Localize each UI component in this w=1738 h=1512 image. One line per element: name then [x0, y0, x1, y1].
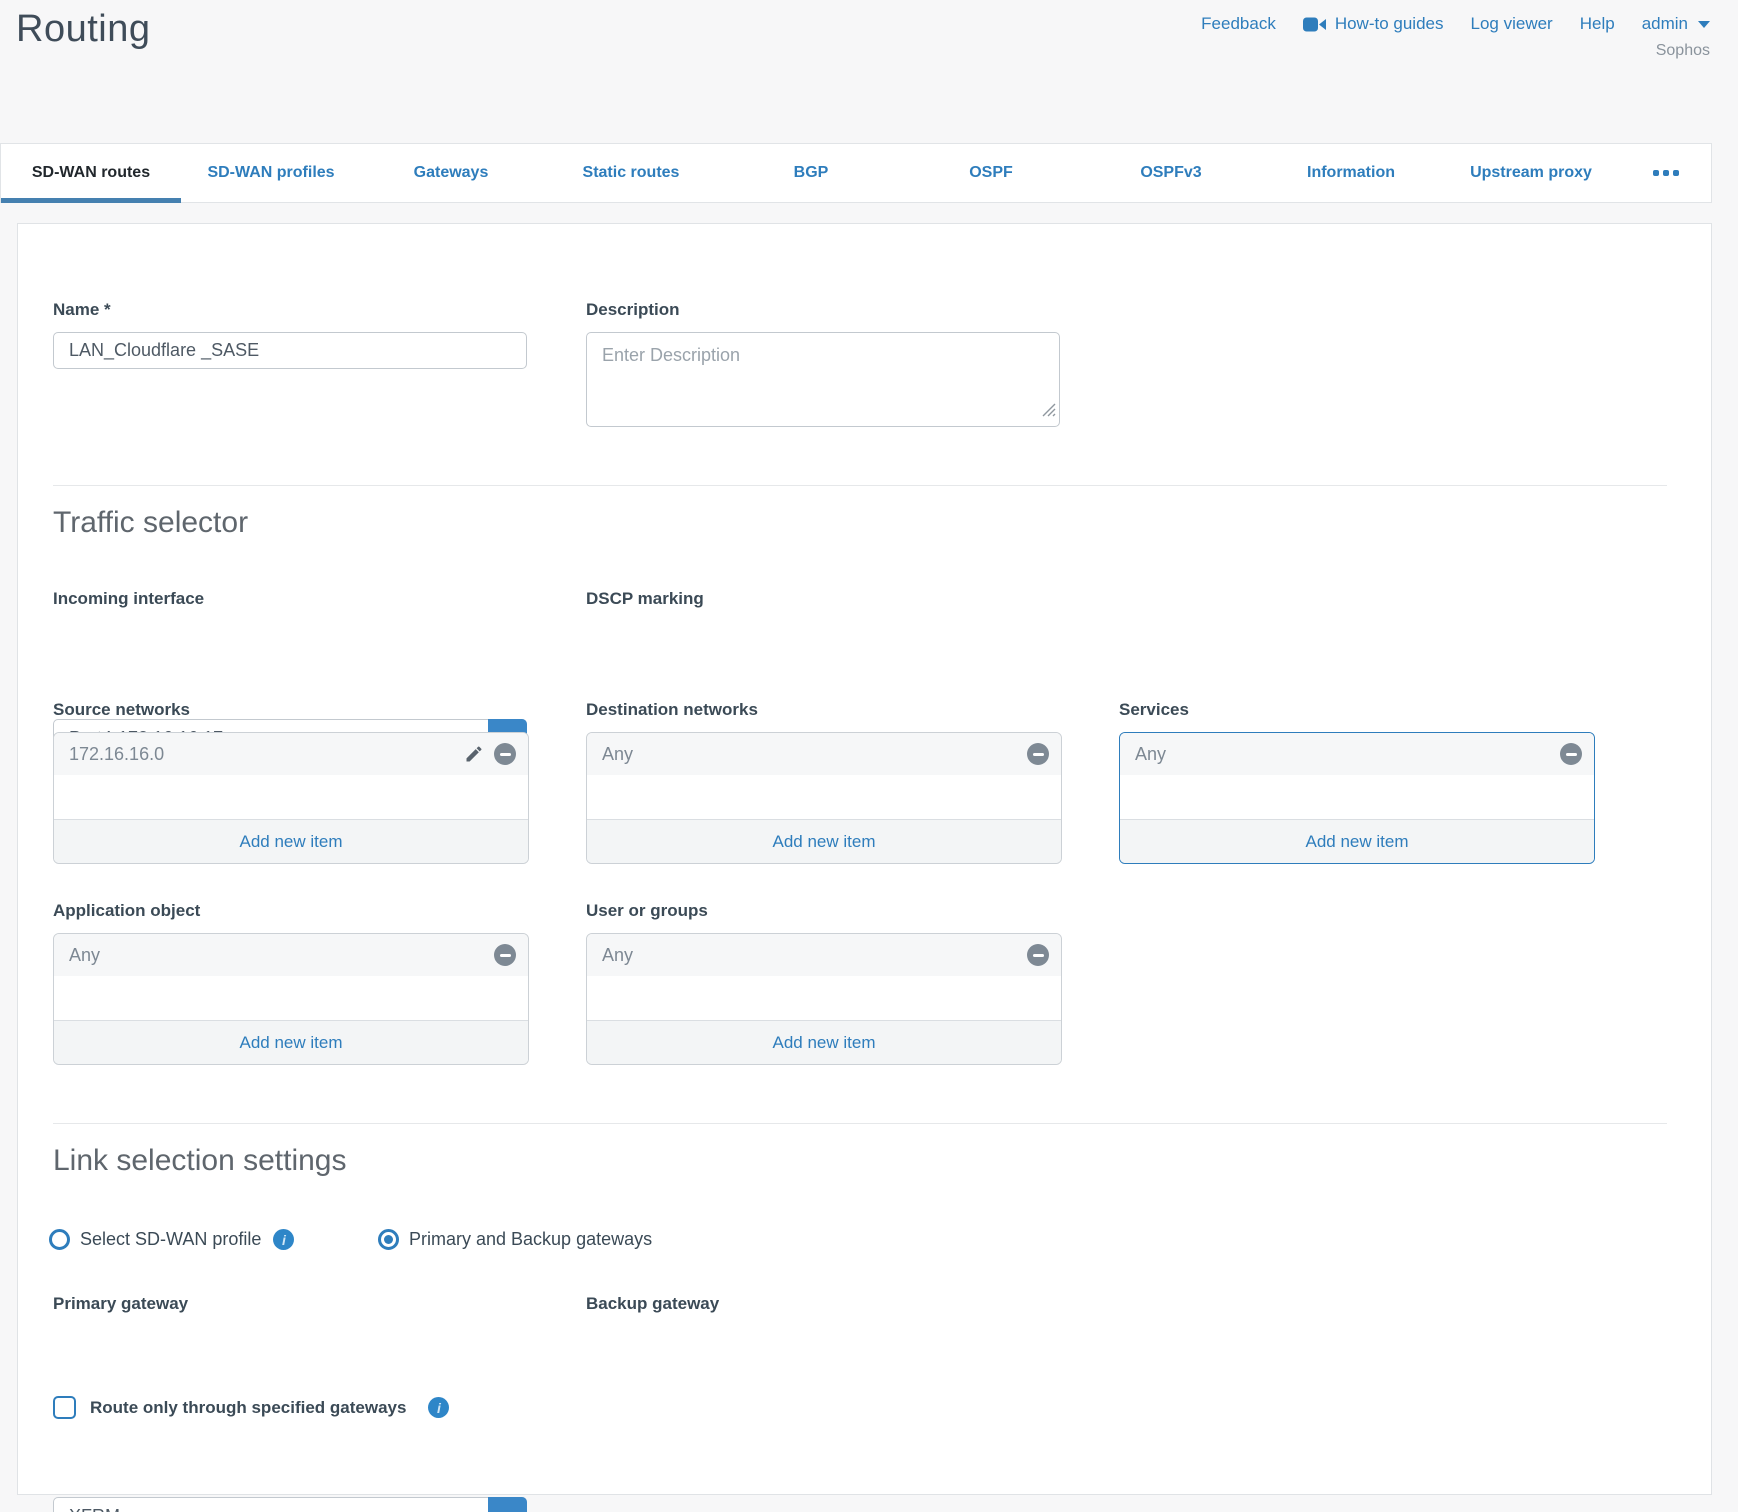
tab-bgp[interactable]: BGP: [721, 144, 901, 202]
info-icon[interactable]: i: [273, 1229, 294, 1250]
services-label: Services: [1119, 700, 1189, 720]
tab-information[interactable]: Information: [1261, 144, 1441, 202]
dscp-marking-label: DSCP marking: [586, 589, 704, 609]
dropdown-arrow-icon[interactable]: [488, 1497, 527, 1512]
add-new-item-button[interactable]: Add new item: [54, 819, 528, 863]
primary-gateway-select[interactable]: XFRM: [53, 1497, 527, 1512]
tab-sdwan-profiles[interactable]: SD-WAN profiles: [181, 144, 361, 202]
log-viewer-link[interactable]: Log viewer: [1471, 14, 1553, 34]
user-or-groups-listbox: Any Add new item: [586, 933, 1062, 1065]
tab-ospf[interactable]: OSPF: [901, 144, 1081, 202]
list-item: Any: [587, 934, 1061, 976]
link-selection-heading: Link selection settings: [53, 1144, 347, 1178]
remove-item-icon[interactable]: [494, 743, 516, 765]
user-or-groups-label: User or groups: [586, 901, 708, 921]
howto-guides-label: How-to guides: [1335, 14, 1444, 34]
tab-upstream-proxy[interactable]: Upstream proxy: [1441, 144, 1621, 202]
required-asterisk: *: [104, 300, 111, 319]
tab-label: OSPF: [969, 164, 1013, 182]
tab-label: Gateways: [414, 164, 489, 182]
section-divider: [53, 1123, 1667, 1124]
primary-backup-radio-row: Primary and Backup gateways: [378, 1229, 652, 1250]
traffic-selector-heading: Traffic selector: [53, 506, 248, 540]
tab-label: Upstream proxy: [1470, 164, 1592, 182]
feedback-label: Feedback: [1201, 14, 1276, 34]
application-object-label: Application object: [53, 901, 200, 921]
destination-networks-listbox: Any Add new item: [586, 732, 1062, 864]
description-field-wrap: [586, 332, 1060, 427]
tab-static-routes[interactable]: Static routes: [541, 144, 721, 202]
list-item-label: Any: [602, 945, 633, 966]
sdwan-profile-radio-label: Select SD-WAN profile: [80, 1229, 261, 1250]
list-item: 172.16.16.0: [54, 733, 528, 775]
tab-gateways[interactable]: Gateways: [361, 144, 541, 202]
more-tabs-icon[interactable]: [1621, 144, 1711, 202]
admin-label: admin: [1642, 14, 1688, 34]
page-title: Routing: [16, 8, 150, 51]
name-label: Name *: [53, 300, 111, 320]
tab-bar: SD-WAN routes SD-WAN profiles Gateways S…: [0, 143, 1712, 203]
primary-gateway-value: XFRM: [69, 1498, 120, 1512]
remove-item-icon[interactable]: [1560, 743, 1582, 765]
primary-backup-radio-label: Primary and Backup gateways: [409, 1229, 652, 1250]
content-panel: Name * Description Traffic selector Inco…: [17, 223, 1712, 1495]
incoming-interface-label: Incoming interface: [53, 589, 204, 609]
feedback-link[interactable]: Feedback: [1201, 14, 1276, 34]
log-viewer-label: Log viewer: [1471, 14, 1553, 34]
backup-gateway-label: Backup gateway: [586, 1294, 719, 1314]
description-textarea[interactable]: [586, 332, 1060, 427]
list-item-label: Any: [602, 744, 633, 765]
description-label: Description: [586, 300, 680, 320]
admin-menu[interactable]: admin: [1642, 14, 1710, 34]
list-item-label: Any: [69, 945, 100, 966]
sdwan-profile-radio[interactable]: [49, 1229, 70, 1250]
tab-label: SD-WAN profiles: [207, 164, 334, 182]
remove-item-icon[interactable]: [494, 944, 516, 966]
services-listbox: Any Add new item: [1119, 732, 1595, 864]
list-item-label: 172.16.16.0: [69, 744, 164, 765]
routing-page: Routing Feedback How-to guides Log viewe…: [0, 0, 1738, 1512]
add-new-item-button[interactable]: Add new item: [1120, 819, 1594, 863]
source-networks-listbox: 172.16.16.0 Add new item: [53, 732, 529, 864]
section-divider: [53, 485, 1667, 486]
source-networks-label: Source networks: [53, 700, 190, 720]
tab-label: Static routes: [583, 164, 680, 182]
add-new-item-button[interactable]: Add new item: [587, 819, 1061, 863]
sdwan-profile-radio-row: Select SD-WAN profile i: [49, 1229, 294, 1250]
remove-item-icon[interactable]: [1027, 944, 1049, 966]
edit-pencil-icon[interactable]: [463, 744, 484, 765]
route-only-checkbox[interactable]: [53, 1396, 76, 1419]
help-link[interactable]: Help: [1580, 14, 1615, 34]
application-object-listbox: Any Add new item: [53, 933, 529, 1065]
tab-ospfv3[interactable]: OSPFv3: [1081, 144, 1261, 202]
add-new-item-button[interactable]: Add new item: [54, 1020, 528, 1064]
header-links: Feedback How-to guides Log viewer Help a…: [1201, 14, 1710, 34]
route-only-checkbox-label: Route only through specified gateways: [90, 1398, 406, 1418]
tab-label: BGP: [794, 164, 829, 182]
tab-label: OSPFv3: [1140, 164, 1201, 182]
tab-label: SD-WAN routes: [32, 164, 150, 182]
tab-sdwan-routes[interactable]: SD-WAN routes: [1, 144, 181, 202]
primary-backup-radio[interactable]: [378, 1229, 399, 1250]
name-input[interactable]: [53, 332, 527, 369]
howto-guides-link[interactable]: How-to guides: [1303, 14, 1444, 34]
info-icon[interactable]: i: [428, 1397, 449, 1418]
destination-networks-label: Destination networks: [586, 700, 758, 720]
list-item: Any: [54, 934, 528, 976]
remove-item-icon[interactable]: [1027, 743, 1049, 765]
list-item: Any: [587, 733, 1061, 775]
list-item-label: Any: [1135, 744, 1166, 765]
add-new-item-button[interactable]: Add new item: [587, 1020, 1061, 1064]
primary-gateway-label: Primary gateway: [53, 1294, 188, 1314]
video-camera-icon: [1303, 16, 1327, 33]
help-label: Help: [1580, 14, 1615, 34]
list-item: Any: [1120, 733, 1594, 775]
brand-label: Sophos: [1656, 42, 1710, 60]
route-only-checkbox-row: Route only through specified gateways i: [53, 1396, 449, 1419]
caret-down-icon: [1698, 21, 1710, 28]
tab-label: Information: [1307, 164, 1395, 182]
